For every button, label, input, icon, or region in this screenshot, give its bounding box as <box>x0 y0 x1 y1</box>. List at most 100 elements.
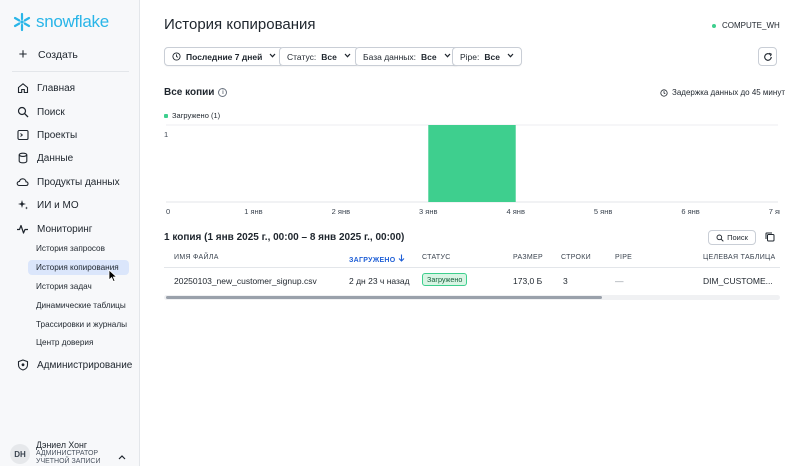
terminal-icon <box>16 129 29 142</box>
x-tick-label: 1 янв <box>244 207 262 216</box>
filter-status[interactable]: Статус: Все <box>279 47 359 66</box>
sidebar-subitem-label: История задач <box>36 282 92 291</box>
column-header-status[interactable]: Статус <box>422 254 451 261</box>
user-menu[interactable]: DH Дэниел Хонг АДМИНИСТРАТОР УЧЕТНОЙ ЗАП… <box>10 440 126 466</box>
table-search-button[interactable]: Поиск <box>708 230 756 245</box>
sidebar-subitem-traces-logs[interactable]: Трассировки и журналы <box>28 317 135 332</box>
cell-pipe: — <box>615 276 624 286</box>
cell-target[interactable]: DIM_CUSTOME... <box>703 276 773 286</box>
chevron-up-icon <box>118 452 126 462</box>
x-tick-label: 5 янв <box>594 207 612 216</box>
copies-range: (1 янв 2025 г., 00:00 – 8 янв 2025 г., 0… <box>204 232 405 243</box>
column-header-file[interactable]: Имя файла <box>174 254 219 261</box>
legend-label: Загружено (1) <box>172 111 221 120</box>
y-tick-label: 1 <box>164 130 168 139</box>
x-tick-label: 4 янв <box>506 207 524 216</box>
section-title: Все копии i <box>164 87 228 98</box>
column-header-size[interactable]: Размер <box>513 254 543 261</box>
cell-loaded: 2 дн 23 ч назад <box>349 276 410 286</box>
sidebar-item-ai-ml[interactable]: ИИ и МО <box>16 197 79 213</box>
sidebar-item-data-products[interactable]: Продукты данных <box>16 174 120 190</box>
sidebar-item-admin[interactable]: Администрирование <box>16 357 132 373</box>
copies-count: 1 копия <box>164 232 202 243</box>
scrollbar-thumb[interactable] <box>166 296 602 299</box>
sidebar-subitem-dynamic-tables[interactable]: Динамические таблицы <box>28 298 134 313</box>
search-icon <box>716 234 724 242</box>
filter-value: Все <box>484 51 500 62</box>
warehouse-name: COMPUTE_WH <box>722 21 780 30</box>
filter-prefix: База данных: <box>363 51 416 62</box>
sidebar-item-label: Продукты данных <box>37 176 120 188</box>
sidebar-item-label: Проекты <box>37 129 78 141</box>
database-icon <box>16 152 29 165</box>
section-title-text: Все копии <box>164 87 215 98</box>
sidebar-subitem-label: История копирования <box>36 263 119 272</box>
latency-text: Задержка данных до 45 минут <box>672 88 785 97</box>
search-icon <box>16 106 29 119</box>
activity-icon <box>16 223 29 236</box>
chevron-down-icon <box>344 53 351 60</box>
create-button[interactable]: + Создать <box>16 46 78 63</box>
x-tick-label: 6 янв <box>681 207 699 216</box>
filter-value: Все <box>421 51 437 62</box>
cell-size: 173,0 Б <box>513 276 543 286</box>
filter-date-range[interactable]: Последние 7 дней <box>164 47 285 66</box>
column-header-label: Загружено <box>349 257 396 264</box>
logo[interactable]: snowflake <box>12 12 109 32</box>
sidebar-item-label: Администрирование <box>37 359 133 371</box>
filter-prefix: Pipe: <box>460 51 480 62</box>
filter-database[interactable]: База данных: Все <box>355 47 459 66</box>
sidebar-item-label: ИИ и МО <box>37 199 79 211</box>
column-header-pipe[interactable]: Pipe <box>615 254 632 261</box>
copy-icon[interactable] <box>764 231 776 243</box>
chevron-down-icon <box>507 53 514 60</box>
x-tick-label: 2 янв <box>332 207 350 216</box>
user-name: Дэниел Хонг <box>36 440 88 450</box>
sidebar-subitem-trust-center[interactable]: Центр доверия <box>28 335 101 350</box>
sidebar-item-label: Поиск <box>37 106 65 118</box>
sidebar-item-data[interactable]: Данные <box>16 150 73 166</box>
create-label: Создать <box>38 49 78 61</box>
sparkle-icon <box>16 199 29 212</box>
latency-note: Задержка данных до 45 минут <box>660 88 785 97</box>
sidebar-subitem-label: Трассировки и журналы <box>36 320 128 329</box>
sidebar-item-monitoring[interactable]: Мониторинг <box>16 221 92 237</box>
info-icon[interactable]: i <box>218 88 228 97</box>
filter-prefix: Статус: <box>287 51 317 62</box>
cloud-icon <box>16 176 29 189</box>
sidebar-divider <box>12 71 129 72</box>
sidebar-subitem-label: Динамические таблицы <box>36 301 126 310</box>
sidebar-item-label: Мониторинг <box>37 223 93 235</box>
filter-pipe[interactable]: Pipe: Все <box>452 47 522 66</box>
sidebar-item-search[interactable]: Поиск <box>16 104 65 120</box>
sidebar-subitem-label: История запросов <box>36 244 105 253</box>
chevron-down-icon <box>444 53 451 60</box>
home-icon <box>16 82 29 95</box>
page-title: История копирования <box>164 16 316 33</box>
status-dot-icon <box>712 23 716 28</box>
user-role: АДМИНИСТРАТОР УЧЕТНОЙ ЗАПИСИ <box>36 450 101 465</box>
column-header-loaded[interactable]: Загружено <box>349 254 405 264</box>
snowflake-logo-icon <box>13 12 31 32</box>
sidebar-item-projects[interactable]: Проекты <box>16 127 77 143</box>
copies-summary: 1 копия (1 янв 2025 г., 00:00 – 8 янв 20… <box>164 232 404 243</box>
x-tick-label: 7 янв <box>769 207 780 216</box>
table-header-divider <box>164 267 780 268</box>
sidebar-subitem-task-history[interactable]: История задач <box>28 279 100 294</box>
logo-text: snowflake <box>36 12 109 31</box>
legend-swatch <box>164 113 168 118</box>
cell-file[interactable]: 20250103_new_customer_signup.csv <box>174 276 317 286</box>
mouse-cursor-icon <box>108 269 118 283</box>
column-header-rows[interactable]: Строки <box>561 254 591 261</box>
sidebar-item-home[interactable]: Главная <box>16 80 75 96</box>
x-tick-label: 3 янв <box>419 207 437 216</box>
plus-icon: + <box>18 46 28 63</box>
warehouse-selector[interactable]: COMPUTE_WH <box>712 21 780 30</box>
chart-legend[interactable]: Загружено (1) <box>164 111 220 120</box>
search-button-label: Поиск <box>727 233 748 242</box>
sidebar-subitem-query-history[interactable]: История запросов <box>28 241 113 256</box>
x-tick-label: 0 <box>166 207 170 216</box>
column-header-target[interactable]: Целевая таблица <box>703 254 776 261</box>
arrow-down-icon <box>398 254 405 262</box>
refresh-button[interactable] <box>758 47 777 66</box>
